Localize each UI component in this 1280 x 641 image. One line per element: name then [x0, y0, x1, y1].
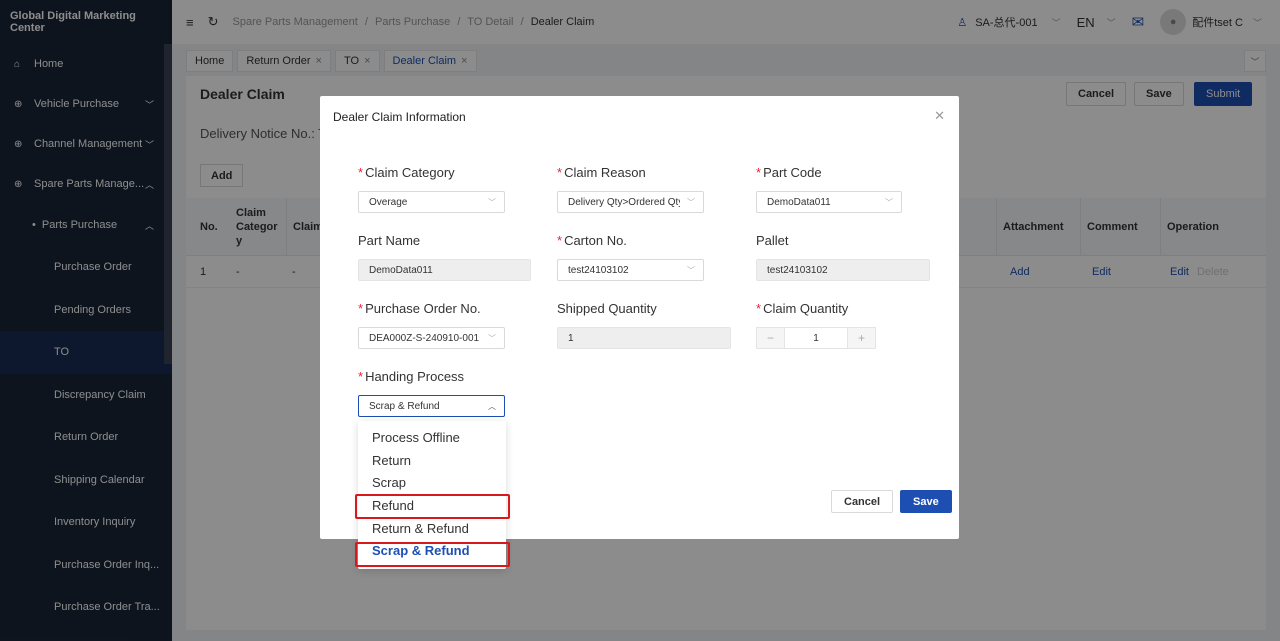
- field-label: * Claim Quantity: [756, 301, 902, 319]
- close-icon[interactable]: ✕: [934, 108, 945, 124]
- label-text: Claim Reason: [564, 165, 646, 180]
- option-scrap[interactable]: Scrap: [358, 471, 506, 494]
- part-name-field: Part Name DemoData011: [358, 233, 531, 281]
- label-text: Claim Category: [365, 165, 455, 180]
- label-text: Part Code: [763, 165, 822, 180]
- label-text: Purchase Order No.: [365, 301, 481, 316]
- purchase-order-no-field: * Purchase Order No. DEA000Z-S-240910-001…: [358, 301, 505, 349]
- chevron-down-icon: ﹀: [885, 197, 893, 207]
- claim-reason-field: * Claim Reason Delivery Qty>Ordered Qty ﹀: [557, 165, 704, 213]
- claim-category-select[interactable]: Overage ﹀: [358, 191, 505, 213]
- option-return-refund[interactable]: Return & Refund: [358, 517, 506, 540]
- chevron-down-icon: ﹀: [687, 265, 695, 275]
- field-label: * Purchase Order No.: [358, 301, 505, 319]
- carton-no-select[interactable]: test24103102 ﹀: [557, 259, 704, 281]
- claim-reason-select[interactable]: Delivery Qty>Ordered Qty ﹀: [557, 191, 704, 213]
- option-return[interactable]: Return: [358, 449, 506, 472]
- option-process-offline[interactable]: Process Offline: [358, 426, 506, 449]
- select-value: Overage: [369, 196, 408, 208]
- handing-process-select[interactable]: Scrap & Refund ︿: [358, 395, 505, 417]
- select-value: Scrap & Refund: [369, 400, 440, 412]
- chevron-down-icon: ﹀: [687, 197, 695, 207]
- label-text: Carton No.: [564, 233, 627, 248]
- part-name-input: DemoData011: [358, 259, 531, 281]
- input-value: 1: [568, 332, 574, 344]
- decrement-button[interactable]: −: [757, 328, 784, 348]
- purchase-order-no-select[interactable]: DEA000Z-S-240910-001 ﹀: [358, 327, 505, 349]
- required-mark: *: [358, 165, 364, 180]
- quantity-input[interactable]: 1: [784, 328, 848, 348]
- pallet-field: Pallet test24103102: [756, 233, 930, 281]
- claim-quantity-stepper: − 1 +: [756, 327, 876, 349]
- label-text: Claim Quantity: [763, 301, 849, 316]
- required-mark: *: [756, 301, 762, 316]
- required-mark: *: [557, 233, 563, 248]
- select-value: DEA000Z-S-240910-001: [369, 332, 480, 344]
- field-label: * Claim Category: [358, 165, 505, 183]
- required-mark: *: [358, 369, 364, 384]
- field-label: * Claim Reason: [557, 165, 704, 183]
- chevron-down-icon: ﹀: [488, 333, 496, 343]
- modal-cancel-button[interactable]: Cancel: [831, 490, 894, 513]
- field-label: * Part Code: [756, 165, 902, 183]
- chevron-up-icon: ︿: [488, 401, 496, 411]
- select-value: test24103102: [568, 264, 629, 276]
- field-label: Shipped Quantity: [557, 301, 657, 316]
- label-text: Handing Process: [365, 369, 465, 384]
- pallet-input: test24103102: [756, 259, 930, 281]
- handing-process-field: * Handing Process Scrap & Refund ︿: [358, 369, 505, 417]
- field-label: Pallet: [756, 233, 789, 248]
- modal-save-button[interactable]: Save: [900, 490, 952, 513]
- input-value: DemoData011: [369, 264, 433, 276]
- select-value: DemoData011: [767, 196, 831, 208]
- select-value: Delivery Qty>Ordered Qty: [568, 196, 680, 208]
- required-mark: *: [557, 165, 563, 180]
- increment-button[interactable]: +: [848, 328, 875, 348]
- claim-category-field: * Claim Category Overage ﹀: [358, 165, 505, 213]
- input-value: test24103102: [767, 264, 828, 276]
- claim-quantity-field: * Claim Quantity − 1 +: [756, 301, 902, 349]
- field-label: * Carton No.: [557, 233, 704, 251]
- field-label: * Handing Process: [358, 369, 505, 387]
- shipped-quantity-input: 1: [557, 327, 731, 349]
- chevron-down-icon: ﹀: [488, 197, 496, 207]
- part-code-field: * Part Code DemoData011 ﹀: [756, 165, 902, 213]
- highlight-box-refund: [355, 494, 510, 519]
- carton-no-field: * Carton No. test24103102 ﹀: [557, 233, 704, 281]
- field-label: Part Name: [358, 233, 421, 248]
- part-code-select[interactable]: DemoData011 ﹀: [756, 191, 902, 213]
- highlight-box-scrap-refund: [355, 542, 510, 567]
- required-mark: *: [756, 165, 762, 180]
- required-mark: *: [358, 301, 364, 316]
- shipped-quantity-field: Shipped Quantity 1: [557, 301, 731, 349]
- modal-title: Dealer Claim Information: [333, 110, 466, 124]
